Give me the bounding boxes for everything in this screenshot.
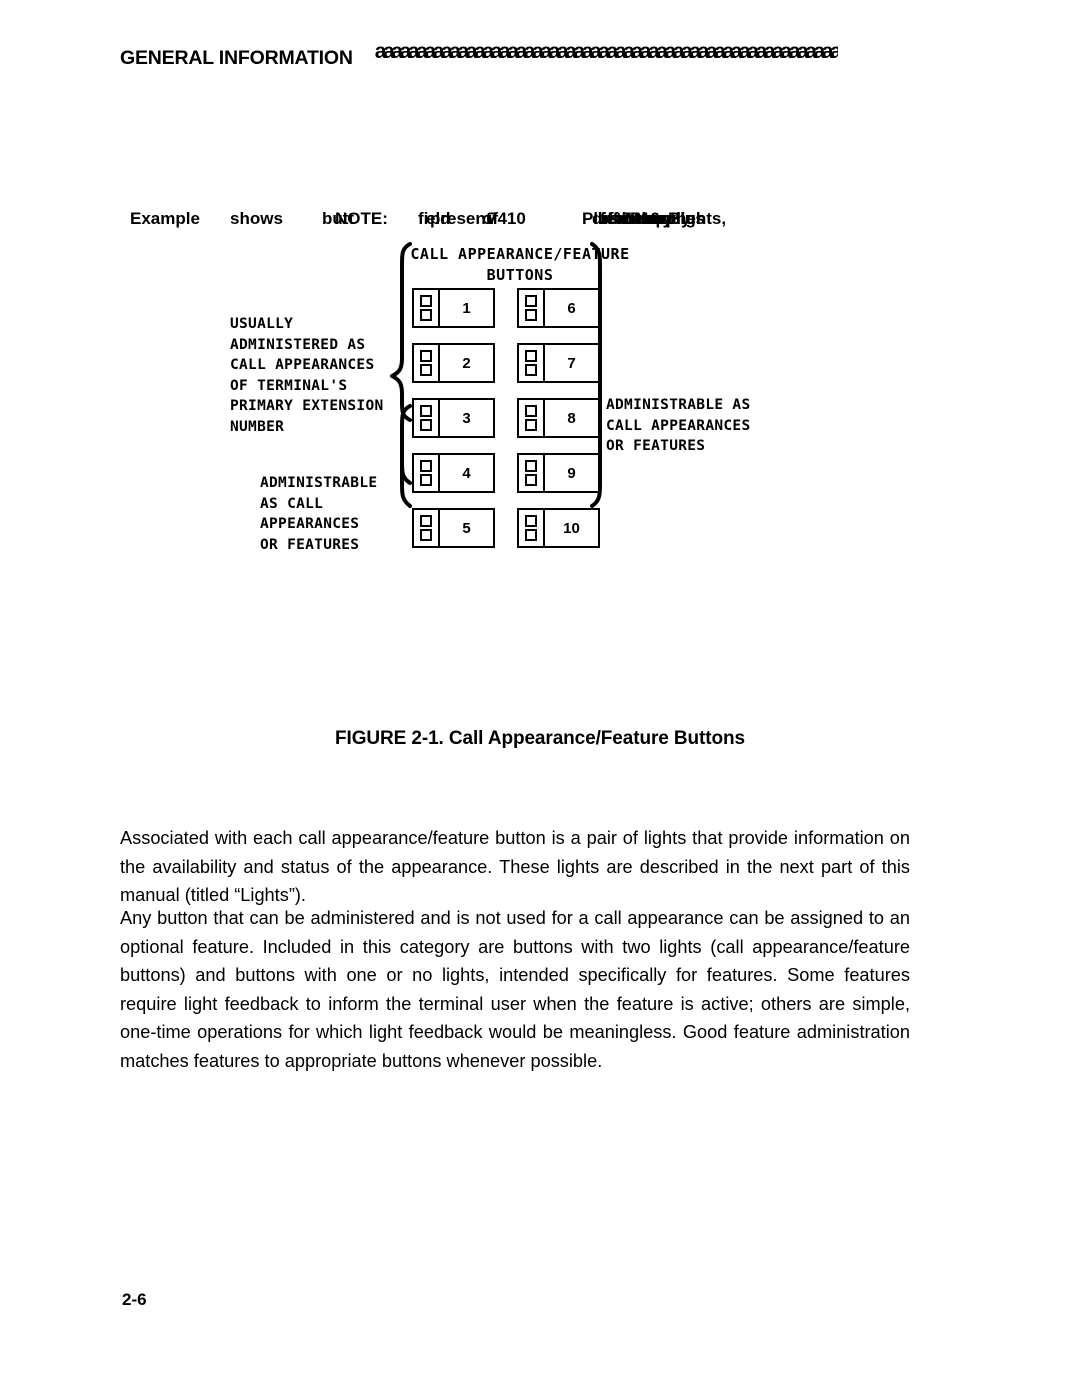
button-lamp-pair: [414, 510, 440, 546]
button-number-label: 1: [462, 299, 471, 317]
call-appearance-button[interactable]: 1: [412, 288, 495, 328]
overstruck-run: shows: [230, 209, 283, 228]
page-number: 2-6: [122, 1290, 147, 1309]
figure-caption: FIGURE 2-1. Call Appearance/Feature Butt…: [335, 728, 745, 749]
overstruck-run: 7410: [488, 209, 526, 228]
button-column-right: 6 7 8 9 10: [517, 288, 602, 563]
lamp-indicator-icon: [525, 404, 537, 417]
lamp-indicator-icon: [420, 404, 432, 417]
button-lamp-pair: [519, 455, 545, 491]
button-number-label: 6: [567, 299, 576, 317]
running-head-filler-artifact: aaaaaaaaaaaaaaaaaaaaaaaaaaaaaaaaaaaaaaaa…: [374, 40, 839, 63]
lamp-indicator-icon: [525, 364, 537, 377]
lamp-indicator-icon: [525, 514, 537, 527]
button-lamp-pair: [414, 345, 440, 381]
call-appearance-button[interactable]: 2: [412, 343, 495, 383]
button-grid: 1 2 3 4 5 6 7 8 9 10: [412, 288, 602, 560]
button-lamp-pair: [414, 455, 440, 491]
lamp-indicator-icon: [420, 459, 432, 472]
call-appearance-button[interactable]: 10: [517, 508, 600, 548]
lamp-indicator-icon: [420, 474, 432, 487]
button-number-label: 2: [462, 354, 471, 372]
call-appearance-button[interactable]: 7: [517, 343, 600, 383]
overstruck-run: NOTE:: [335, 209, 388, 228]
overstruck-run: Example: [130, 209, 200, 228]
lamp-indicator-icon: [420, 364, 432, 377]
lamp-indicator-icon: [420, 294, 432, 307]
overstruck-run: lights,: [676, 209, 727, 228]
lamp-indicator-icon: [525, 309, 537, 322]
running-head-title: GENERAL INFORMATION: [120, 47, 353, 69]
button-number-label: 4: [462, 464, 471, 482]
call-appearance-button[interactable]: 3: [412, 398, 495, 438]
lamp-indicator-icon: [525, 349, 537, 362]
button-lamp-pair: [414, 290, 440, 326]
button-number-label: 10: [563, 519, 580, 537]
overstruck-caption-line: Example shows butt NOTE: fi eld present of 7410 P…: [130, 208, 920, 234]
button-number-label: 9: [567, 464, 576, 482]
button-number-label: 5: [462, 519, 471, 537]
call-appearance-button[interactable]: 5: [412, 508, 495, 548]
lamp-indicator-icon: [420, 514, 432, 527]
lamp-indicator-icon: [420, 419, 432, 432]
lamp-indicator-icon: [525, 529, 537, 542]
body-paragraph-2: Any button that can be administered and …: [120, 908, 910, 1071]
button-lamp-pair: [519, 290, 545, 326]
button-number-label: 8: [567, 409, 576, 427]
brace-left: [390, 242, 412, 508]
lamp-indicator-icon: [420, 309, 432, 322]
lamp-indicator-icon: [525, 419, 537, 432]
button-number-label: 7: [567, 354, 576, 372]
call-appearance-button[interactable]: 8: [517, 398, 600, 438]
call-appearance-button[interactable]: 6: [517, 288, 600, 328]
button-lamp-pair: [414, 400, 440, 436]
call-appearance-button[interactable]: 9: [517, 453, 600, 493]
button-number-label: 3: [462, 409, 471, 427]
lamp-indicator-icon: [525, 474, 537, 487]
lamp-indicator-icon: [420, 529, 432, 542]
callout-right: ADMINISTRABLE AS CALL APPEARANCES OR FEA…: [606, 397, 751, 454]
lamp-indicator-icon: [420, 349, 432, 362]
figure-call-appearance-buttons: CALL APPEARANCE/FEATURE BUTTONS USUALLY …: [220, 240, 800, 590]
button-lamp-pair: [519, 400, 545, 436]
call-appearance-button[interactable]: 4: [412, 453, 495, 493]
button-column-left: 1 2 3 4 5: [412, 288, 497, 563]
lamp-indicator-icon: [525, 294, 537, 307]
button-lamp-pair: [519, 345, 545, 381]
body-paragraph-1: Associated with each call appearance/fea…: [120, 828, 910, 906]
running-head: GENERAL INFORMATION aaaaaaaaaaaaaaaaaaaaa…: [120, 40, 1000, 74]
lamp-indicator-icon: [525, 459, 537, 472]
button-lamp-pair: [519, 510, 545, 546]
callout-left-top: USUALLY ADMINISTERED AS CALL APPEARANCES…: [230, 316, 384, 435]
